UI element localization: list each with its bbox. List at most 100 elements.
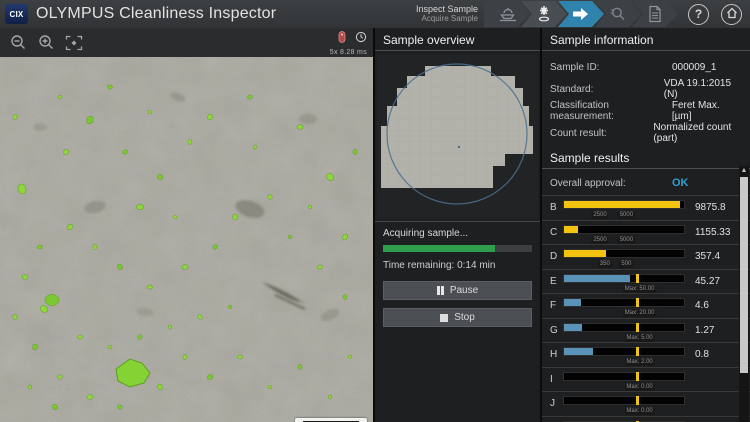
class-value: 4.6 <box>695 300 709 311</box>
viewer-toolbar: 5x 8.28 ms <box>0 28 373 57</box>
info-label: Classification measurement: <box>550 100 672 122</box>
bar-tick-label: 2500 <box>591 212 608 219</box>
analysis-icon <box>609 5 627 23</box>
scale-bar: 200 µm <box>295 418 367 422</box>
specimen-image[interactable]: 200 µm <box>0 57 373 422</box>
class-label: H <box>550 349 563 360</box>
app-window: CIX OLYMPUS Cleanliness Inspector Inspec… <box>0 0 750 422</box>
class-value: 0.8 <box>695 349 709 360</box>
result-row: D350500357.4 <box>542 244 750 269</box>
class-bar-fill <box>564 201 680 208</box>
class-label: E <box>550 276 563 287</box>
sample-info-rows: Sample ID:000009_1Standard:VDA 19.1:2015… <box>542 51 750 146</box>
image-viewer: 5x 8.28 ms <box>0 28 373 422</box>
zoom-in-button[interactable] <box>34 32 58 54</box>
class-bar: Max: 50.00 <box>563 274 685 283</box>
help-icon: ? <box>695 7 702 21</box>
class-bar: Max: 0.00 <box>563 396 685 405</box>
bar-tick-label: 500 <box>619 261 633 268</box>
pause-icon <box>437 286 444 295</box>
class-label: I <box>550 374 563 385</box>
pause-button-label: Pause <box>450 285 478 296</box>
class-bar-fill <box>564 226 578 233</box>
stop-button[interactable]: Stop <box>383 308 532 327</box>
home-button[interactable] <box>721 4 742 25</box>
class-value: 357.4 <box>695 251 720 262</box>
workflow-steps <box>484 1 678 27</box>
scrollbar-thumb[interactable] <box>740 177 748 373</box>
sample-information-title: Sample information <box>542 28 750 51</box>
class-bar: Max: 20.00 <box>563 298 685 307</box>
stop-button-label: Stop <box>454 312 475 323</box>
info-row: Classification measurement:Feret Max. [µ… <box>550 100 742 122</box>
pause-button[interactable]: Pause <box>383 281 532 300</box>
main-content: 5x 8.28 ms <box>0 28 750 422</box>
workflow-step-context: Inspect Sample Acquire Sample <box>416 5 484 23</box>
app-header: CIX OLYMPUS Cleanliness Inspector Inspec… <box>0 0 750 28</box>
result-row: HMax: 2.00 0.8 <box>542 342 750 367</box>
cix-logo: CIX <box>5 4 28 24</box>
result-row: B250050009875.8 <box>542 195 750 220</box>
specimen-canvas <box>0 57 373 422</box>
info-value: Feret Max. [µm] <box>672 100 742 122</box>
zoom-out-button[interactable] <box>6 32 30 54</box>
overall-approval-row: Overall approval: OK <box>542 169 750 193</box>
class-bar: Max: 0.00 <box>563 372 685 381</box>
acquisition-settings-icon <box>535 5 553 23</box>
class-label: B <box>550 202 563 213</box>
workflow-step-sample-loading[interactable] <box>484 1 530 27</box>
home-icon <box>726 7 738 22</box>
sample-results-panel: Sample information Sample ID:000009_1Sta… <box>542 28 750 422</box>
stop-icon <box>440 314 448 322</box>
bar-tick-label: Max: 0.00 <box>624 408 654 415</box>
acquire-arrow-icon <box>572 6 590 22</box>
class-label: F <box>550 300 563 311</box>
result-rows: B250050009875.8C250050001155.33D35050035… <box>542 195 750 422</box>
camera-live-icon[interactable] <box>338 30 346 48</box>
class-label: J <box>550 398 563 409</box>
class-bar-fill <box>564 324 582 331</box>
workflow-step-context-line2: Acquire Sample <box>416 15 478 23</box>
max-limit-marker <box>636 396 639 405</box>
max-limit-marker <box>636 298 639 307</box>
info-row: Count result:Normalized count (part) <box>550 122 742 144</box>
results-scrollbar[interactable]: ▲ ▼ <box>739 166 749 422</box>
scrollbar-up-icon[interactable]: ▲ <box>740 167 748 174</box>
class-bar: 350500 <box>563 249 685 258</box>
class-value: 1.27 <box>695 325 714 336</box>
sample-results-title: Sample results <box>542 146 750 169</box>
sample-loading-icon <box>498 6 517 23</box>
class-bar: Max: 2.00 <box>563 347 685 356</box>
bar-tick-label: Max: 0.00 <box>624 384 654 391</box>
info-value: VDA 19.1:2015 (N) <box>664 78 742 100</box>
class-value: 45.27 <box>695 276 720 287</box>
app-title: OLYMPUS Cleanliness Inspector <box>36 5 276 23</box>
sample-overview-title: Sample overview <box>375 28 540 51</box>
class-bar: 25005000 <box>563 225 685 234</box>
class-label: G <box>550 325 563 336</box>
info-value: Normalized count (part) <box>653 122 742 144</box>
bar-tick-label: 5000 <box>618 212 635 219</box>
sample-overview-panel: Sample overview Acquiring sample... <box>375 28 540 422</box>
class-label: D <box>550 251 563 262</box>
max-limit-marker <box>636 274 639 283</box>
bar-tick-label: 5000 <box>618 237 635 244</box>
fit-to-view-button[interactable] <box>62 32 86 54</box>
info-row: Sample ID:000009_1 <box>550 56 742 78</box>
class-value: 1155.33 <box>695 227 730 238</box>
acquisition-status-label: Acquiring sample... <box>383 228 532 239</box>
result-row: JMax: 0.00 <box>542 391 750 416</box>
overall-approval-label: Overall approval: <box>550 178 672 189</box>
class-bar-fill <box>564 299 581 306</box>
info-row: Standard:VDA 19.1:2015 (N) <box>550 78 742 100</box>
class-bar-fill <box>564 348 593 355</box>
exposure-clock-icon[interactable] <box>355 30 367 48</box>
class-bar-fill <box>564 275 630 282</box>
bar-tick-label: 350 <box>598 261 612 268</box>
sample-overview-map[interactable] <box>375 51 540 221</box>
info-label: Standard: <box>550 84 664 95</box>
help-button[interactable]: ? <box>688 4 709 25</box>
camera-status: 5x 8.28 ms <box>330 30 367 56</box>
class-bar: 25005000 <box>563 200 685 209</box>
class-value: 9875.8 <box>695 202 726 213</box>
